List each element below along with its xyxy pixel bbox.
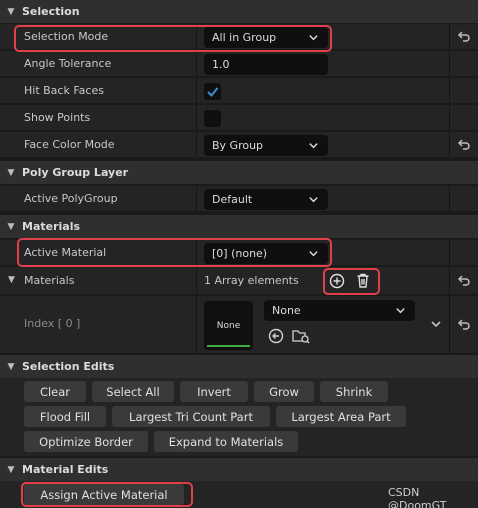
material-thumbnail[interactable]: None — [204, 301, 253, 350]
checkmark-icon — [207, 87, 219, 97]
use-selected-asset-icon[interactable] — [268, 328, 284, 344]
index-label: Index [ 0 ] — [24, 317, 81, 330]
selection-edits-buttons: Clear Select All Invert Grow Shrink Floo… — [0, 378, 478, 456]
angle-tolerance-input[interactable]: 1.0 — [204, 54, 328, 75]
highlight-assign-button — [21, 482, 193, 507]
row-show-points: Show Points — [0, 105, 478, 131]
reset-arrow-icon[interactable] — [457, 318, 471, 332]
section-header-selection[interactable]: ▼ Selection — [0, 0, 478, 23]
dropdown-value: Default — [212, 193, 253, 206]
highlight-selection-mode — [14, 25, 332, 52]
chevron-down-icon[interactable] — [430, 318, 442, 330]
largest-area-part-button[interactable]: Largest Area Part — [276, 406, 406, 427]
optimize-border-button[interactable]: Optimize Border — [24, 431, 148, 452]
watermark-text: CSDN @DoomGT — [388, 486, 447, 508]
shrink-button[interactable]: Shrink — [320, 381, 388, 402]
section-title: Material Edits — [22, 463, 109, 476]
collapse-arrow-icon[interactable]: ▼ — [0, 362, 22, 372]
array-count: 1 Array elements — [204, 274, 299, 287]
row-angle-tolerance: Angle Tolerance 1.0 — [0, 51, 478, 77]
browse-folder-icon[interactable] — [292, 328, 310, 344]
chevron-down-icon — [309, 143, 318, 149]
expand-arrow-icon[interactable]: ▼ — [8, 275, 15, 285]
collapse-arrow-icon[interactable]: ▼ — [0, 168, 22, 178]
hit-back-faces-checkbox[interactable] — [204, 83, 221, 100]
thumbnail-text: None — [216, 320, 241, 331]
details-panel: ▼ Selection Selection Mode All in Group … — [0, 0, 478, 508]
thumbnail-underline — [207, 345, 250, 347]
grow-button[interactable]: Grow — [254, 381, 314, 402]
row-face-color-mode: Face Color Mode By Group — [0, 132, 478, 158]
collapse-arrow-icon[interactable]: ▼ — [0, 465, 22, 475]
property-label: Angle Tolerance — [24, 57, 112, 70]
material-asset-picker[interactable]: None — [264, 300, 415, 321]
section-header-poly-group-layer[interactable]: ▼ Poly Group Layer — [0, 161, 478, 184]
collapse-arrow-icon[interactable]: ▼ — [0, 7, 22, 17]
section-title: Selection Edits — [22, 360, 115, 373]
highlight-array-buttons — [323, 268, 380, 295]
property-label: Show Points — [24, 111, 91, 124]
dropdown-value: By Group — [212, 139, 264, 152]
largest-tri-count-part-button[interactable]: Largest Tri Count Part — [112, 406, 270, 427]
highlight-active-material — [17, 238, 332, 267]
clear-button[interactable]: Clear — [24, 381, 86, 402]
property-label: Hit Back Faces — [24, 84, 104, 97]
row-materials-array: ▼ Materials 1 Array elements — [0, 267, 478, 295]
expand-to-materials-button[interactable]: Expand to Materials — [154, 431, 298, 452]
reset-arrow-icon[interactable] — [457, 138, 471, 152]
section-header-material-edits[interactable]: ▼ Material Edits — [0, 458, 478, 481]
reset-arrow-icon[interactable] — [457, 30, 471, 44]
chevron-down-icon — [396, 308, 405, 314]
chevron-down-icon — [309, 197, 318, 203]
row-hit-back-faces: Hit Back Faces — [0, 78, 478, 104]
asset-value: None — [272, 304, 301, 317]
reset-arrow-icon[interactable] — [457, 274, 471, 288]
section-title: Selection — [22, 5, 80, 18]
section-title: Poly Group Layer — [22, 166, 129, 179]
property-label: Face Color Mode — [24, 138, 115, 151]
collapse-arrow-icon[interactable]: ▼ — [0, 222, 22, 232]
show-points-checkbox[interactable] — [204, 110, 221, 127]
flood-fill-button[interactable]: Flood Fill — [24, 406, 106, 427]
face-color-mode-dropdown[interactable]: By Group — [204, 135, 328, 156]
row-material-index-0: Index [ 0 ] None None — [0, 296, 478, 354]
section-header-materials[interactable]: ▼ Materials — [0, 215, 478, 238]
invert-button[interactable]: Invert — [180, 381, 248, 402]
select-all-button[interactable]: Select All — [92, 381, 174, 402]
property-label: Active PolyGroup — [24, 192, 118, 205]
section-header-selection-edits[interactable]: ▼ Selection Edits — [0, 355, 478, 378]
section-title: Materials — [22, 220, 81, 233]
property-label: Materials — [24, 274, 75, 287]
row-active-polygroup: Active PolyGroup Default — [0, 186, 478, 212]
active-polygroup-dropdown[interactable]: Default — [204, 189, 328, 210]
